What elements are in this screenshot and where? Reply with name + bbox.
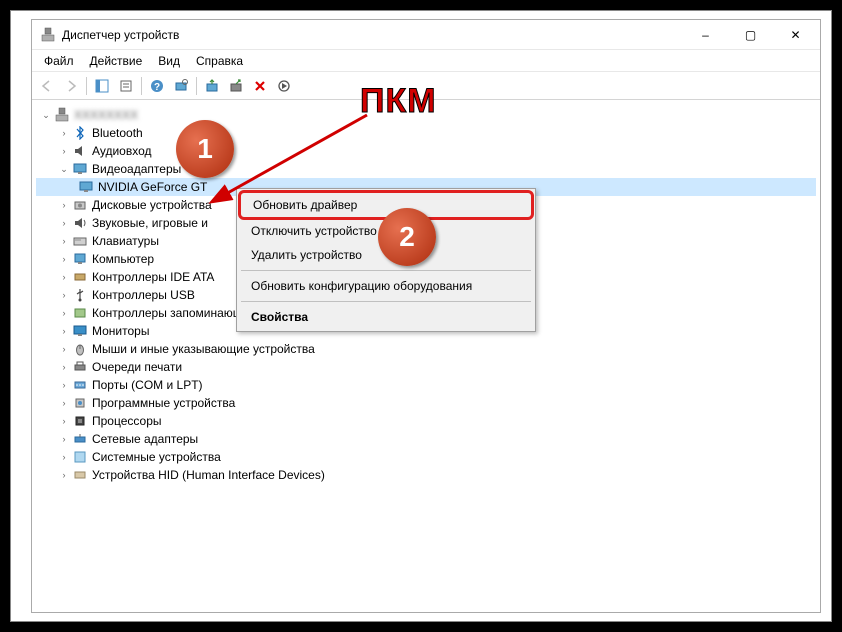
- port-icon: [72, 377, 88, 393]
- expand-icon[interactable]: ›: [58, 217, 70, 229]
- mouse-icon: [72, 341, 88, 357]
- show-hide-tree-button[interactable]: [91, 75, 113, 97]
- device-manager-window: Диспетчер устройств – ▢ ✕ Файл Действие …: [31, 19, 821, 613]
- expand-icon[interactable]: ›: [58, 451, 70, 463]
- tree-item-processors[interactable]: › Процессоры: [36, 412, 816, 430]
- storage-icon: [72, 305, 88, 321]
- annotation-badge-1: 1: [176, 120, 234, 178]
- keyboard-icon: [72, 233, 88, 249]
- expand-icon[interactable]: ›: [58, 433, 70, 445]
- computer-icon: [54, 107, 70, 123]
- ctx-separator: [241, 270, 531, 271]
- system-icon: [72, 449, 88, 465]
- expand-icon[interactable]: ›: [58, 397, 70, 409]
- disable-button[interactable]: [249, 75, 271, 97]
- sound-icon: [72, 215, 88, 231]
- titlebar: Диспетчер устройств – ▢ ✕: [32, 20, 820, 50]
- update-driver-button[interactable]: [201, 75, 223, 97]
- tree-item-bluetooth[interactable]: › Bluetooth: [36, 124, 816, 142]
- ide-icon: [72, 269, 88, 285]
- close-button[interactable]: ✕: [773, 21, 818, 49]
- help-button[interactable]: ?: [146, 75, 168, 97]
- expand-icon[interactable]: ›: [58, 271, 70, 283]
- display-icon: [72, 161, 88, 177]
- expand-icon[interactable]: ›: [58, 289, 70, 301]
- ctx-update-driver[interactable]: Обновить драйвер: [241, 193, 531, 217]
- context-menu: Обновить драйвер Отключить устройство Уд…: [236, 188, 536, 332]
- tree-item-system[interactable]: › Системные устройства: [36, 448, 816, 466]
- window-title: Диспетчер устройств: [62, 28, 683, 42]
- back-button[interactable]: [36, 75, 58, 97]
- expand-icon[interactable]: ›: [58, 379, 70, 391]
- maximize-button[interactable]: ▢: [728, 21, 773, 49]
- expand-icon[interactable]: ›: [58, 469, 70, 481]
- annotation-badge-2: 2: [378, 208, 436, 266]
- svg-text:?: ?: [154, 82, 160, 93]
- expand-icon[interactable]: ›: [58, 343, 70, 355]
- toolbar-separator: [141, 77, 142, 95]
- audio-icon: [72, 143, 88, 159]
- bluetooth-icon: [72, 125, 88, 141]
- forward-button[interactable]: [60, 75, 82, 97]
- expand-icon[interactable]: ›: [58, 235, 70, 247]
- tree-item-print-queues[interactable]: › Очереди печати: [36, 358, 816, 376]
- expand-icon[interactable]: ›: [58, 199, 70, 211]
- tree-item-software[interactable]: › Программные устройства: [36, 394, 816, 412]
- software-icon: [72, 395, 88, 411]
- menubar: Файл Действие Вид Справка: [32, 50, 820, 72]
- expand-icon[interactable]: ›: [58, 361, 70, 373]
- menu-file[interactable]: Файл: [36, 51, 82, 71]
- network-icon: [72, 431, 88, 447]
- menu-action[interactable]: Действие: [82, 51, 151, 71]
- expand-icon[interactable]: ›: [58, 145, 70, 157]
- tree-item-ports[interactable]: › Порты (COM и LPT): [36, 376, 816, 394]
- menu-help[interactable]: Справка: [188, 51, 251, 71]
- expand-icon[interactable]: ›: [58, 415, 70, 427]
- display-icon: [78, 179, 94, 195]
- expand-icon[interactable]: ›: [58, 127, 70, 139]
- window-controls: – ▢ ✕: [683, 21, 818, 49]
- minimize-button[interactable]: –: [683, 21, 728, 49]
- uninstall-button[interactable]: [225, 75, 247, 97]
- computer-icon: [72, 251, 88, 267]
- collapse-icon[interactable]: ⌄: [40, 109, 52, 121]
- expand-icon[interactable]: ›: [58, 307, 70, 319]
- properties-button[interactable]: [115, 75, 137, 97]
- app-icon: [40, 27, 56, 43]
- expand-icon[interactable]: ›: [58, 253, 70, 265]
- expand-icon[interactable]: ›: [58, 325, 70, 337]
- menu-view[interactable]: Вид: [150, 51, 188, 71]
- scan-hardware-button[interactable]: [170, 75, 192, 97]
- collapse-icon[interactable]: ⌄: [58, 163, 70, 175]
- usb-icon: [72, 287, 88, 303]
- ctx-separator: [241, 301, 531, 302]
- device-tree-panel: ⌄ XXXXXXXX › Bluetooth › Аудиовход ⌄: [32, 100, 820, 612]
- ctx-properties[interactable]: Свойства: [239, 305, 533, 329]
- tree-item-display-adapters[interactable]: ⌄ Видеоадаптеры: [36, 160, 816, 178]
- tree-item-network[interactable]: › Сетевые адаптеры: [36, 430, 816, 448]
- enable-button[interactable]: [273, 75, 295, 97]
- annotation-label: ПКМ: [360, 82, 437, 121]
- hid-icon: [72, 467, 88, 483]
- cpu-icon: [72, 413, 88, 429]
- toolbar-separator: [86, 77, 87, 95]
- tree-item-audio[interactable]: › Аудиовход: [36, 142, 816, 160]
- toolbar-separator: [196, 77, 197, 95]
- tree-root-label: XXXXXXXX: [74, 108, 138, 122]
- tree-item-hid[interactable]: › Устройства HID (Human Interface Device…: [36, 466, 816, 484]
- monitor-icon: [72, 323, 88, 339]
- tree-item-mice[interactable]: › Мыши и иные указывающие устройства: [36, 340, 816, 358]
- disk-icon: [72, 197, 88, 213]
- ctx-scan-hardware[interactable]: Обновить конфигурацию оборудования: [239, 274, 533, 298]
- printer-icon: [72, 359, 88, 375]
